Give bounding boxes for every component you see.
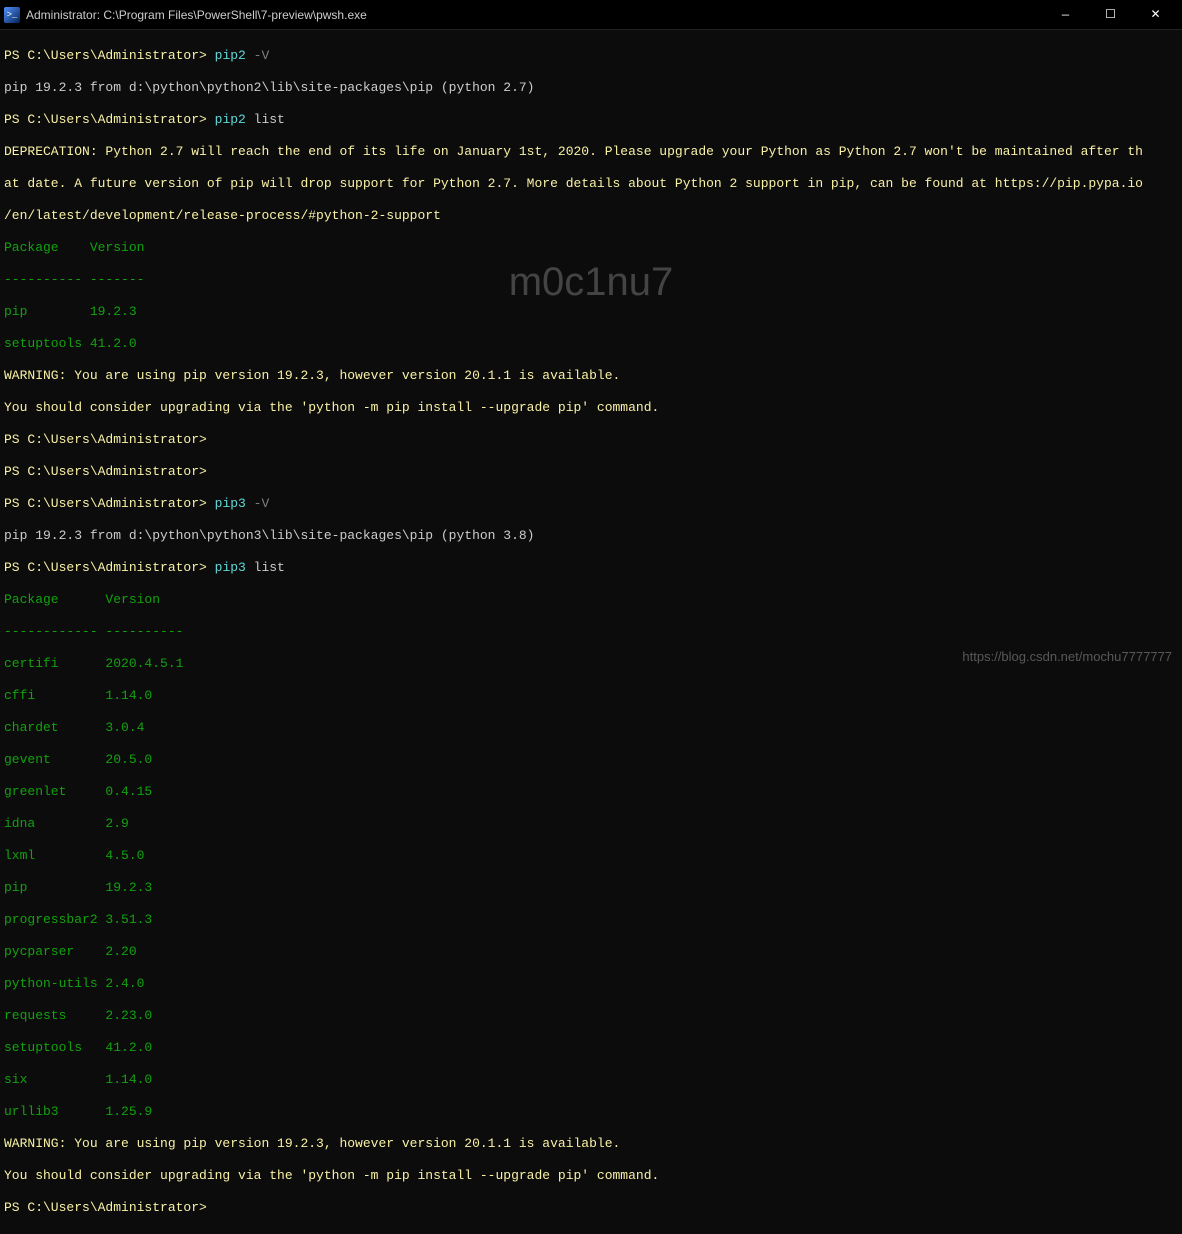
table-header: Package Version xyxy=(4,240,1178,256)
maximize-button[interactable]: ☐ xyxy=(1088,0,1133,30)
window-titlebar: >_ Administrator: C:\Program Files\Power… xyxy=(0,0,1182,30)
command: pip3 xyxy=(215,560,254,575)
footer-url: https://blog.csdn.net/mochu7777777 xyxy=(962,649,1172,664)
warning-line: WARNING: You are using pip version 19.2.… xyxy=(4,368,1178,384)
prompt: PS C:\Users\Administrator> xyxy=(4,496,215,511)
package-row: gevent 20.5.0 xyxy=(4,752,1178,768)
flag: -V xyxy=(254,48,270,63)
warning-line: WARNING: You are using pip version 19.2.… xyxy=(4,1136,1178,1152)
package-row: urllib3 1.25.9 xyxy=(4,1104,1178,1120)
deprecation-warning: at date. A future version of pip will dr… xyxy=(4,176,1178,192)
package-row: cffi 1.14.0 xyxy=(4,688,1178,704)
prompt: PS C:\Users\Administrator> xyxy=(4,112,215,127)
table-header: Package Version xyxy=(4,592,1178,608)
package-row: greenlet 0.4.15 xyxy=(4,784,1178,800)
command: pip3 xyxy=(215,496,254,511)
package-row: requests 2.23.0 xyxy=(4,1008,1178,1024)
table-divider: ------------ ---------- xyxy=(4,624,1178,640)
window-controls: — ☐ ✕ xyxy=(1043,0,1178,30)
package-row: pip 19.2.3 xyxy=(4,304,1178,320)
package-row: six 1.14.0 xyxy=(4,1072,1178,1088)
deprecation-warning: DEPRECATION: Python 2.7 will reach the e… xyxy=(4,144,1178,160)
titlebar-left: >_ Administrator: C:\Program Files\Power… xyxy=(4,7,367,23)
prompt: PS C:\Users\Administrator> xyxy=(4,560,215,575)
command: pip2 xyxy=(215,112,254,127)
arg: list xyxy=(254,112,285,127)
warning-line: You should consider upgrading via the 'p… xyxy=(4,400,1178,416)
prompt: PS C:\Users\Administrator> xyxy=(4,1200,1178,1216)
command: pip2 xyxy=(215,48,254,63)
prompt: PS C:\Users\Administrator> xyxy=(4,432,1178,448)
prompt: PS C:\Users\Administrator> xyxy=(4,464,1178,480)
deprecation-warning: /en/latest/development/release-process/#… xyxy=(4,208,1178,224)
powershell-icon: >_ xyxy=(4,7,20,23)
flag: -V xyxy=(254,496,270,511)
close-button[interactable]: ✕ xyxy=(1133,0,1178,30)
package-row: progressbar2 3.51.3 xyxy=(4,912,1178,928)
package-row: setuptools 41.2.0 xyxy=(4,1040,1178,1056)
window-title: Administrator: C:\Program Files\PowerShe… xyxy=(26,8,367,22)
package-row: pycparser 2.20 xyxy=(4,944,1178,960)
package-row: lxml 4.5.0 xyxy=(4,848,1178,864)
package-row: setuptools 41.2.0 xyxy=(4,336,1178,352)
table-divider: ---------- ------- xyxy=(4,272,1178,288)
output-line: pip 19.2.3 from d:\python\python2\lib\si… xyxy=(4,80,1178,96)
arg: list xyxy=(254,560,285,575)
package-row: chardet 3.0.4 xyxy=(4,720,1178,736)
warning-line: You should consider upgrading via the 'p… xyxy=(4,1168,1178,1184)
minimize-button[interactable]: — xyxy=(1043,0,1088,30)
terminal-output[interactable]: PS C:\Users\Administrator> pip2 -V pip 1… xyxy=(0,30,1182,1234)
output-line: pip 19.2.3 from d:\python\python3\lib\si… xyxy=(4,528,1178,544)
package-row: idna 2.9 xyxy=(4,816,1178,832)
package-row: pip 19.2.3 xyxy=(4,880,1178,896)
package-row: python-utils 2.4.0 xyxy=(4,976,1178,992)
prompt: PS C:\Users\Administrator> xyxy=(4,48,215,63)
